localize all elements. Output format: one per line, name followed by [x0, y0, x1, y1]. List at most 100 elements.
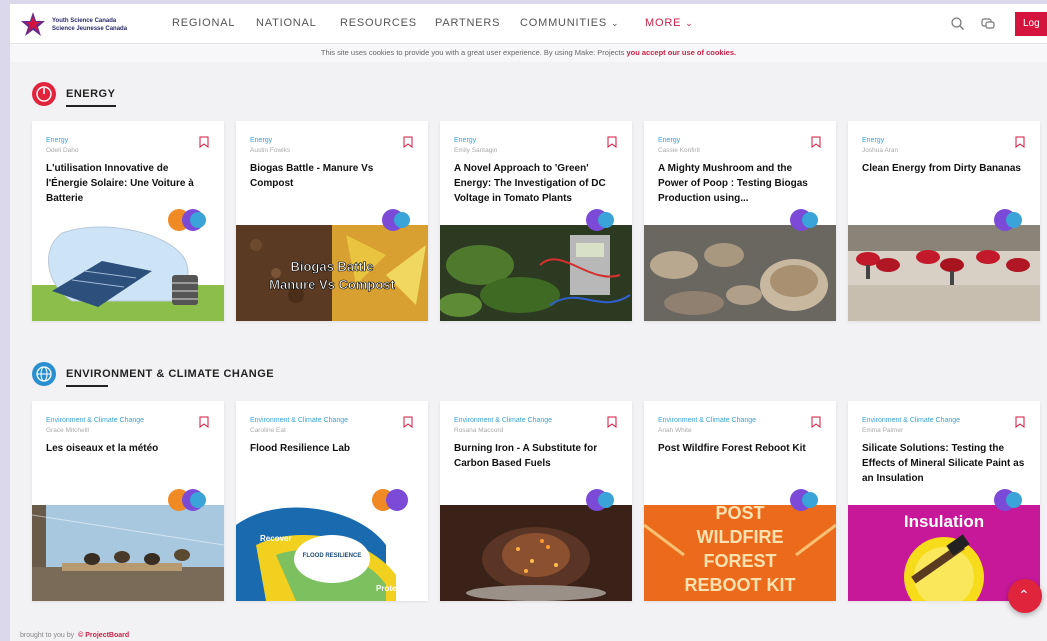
- project-card[interactable]: Energy Cassie Konfirit A Mighty Mushroom…: [644, 121, 836, 321]
- scroll-to-top-button[interactable]: ⌃: [1008, 579, 1042, 613]
- card-title[interactable]: Post Wildfire Forest Reboot Kit: [658, 441, 822, 456]
- nav-resources[interactable]: RESOURCES: [340, 17, 417, 29]
- thumb-caption: Recover: [260, 534, 292, 543]
- card-category[interactable]: Energy: [454, 137, 476, 144]
- card-thumbnail: [644, 225, 836, 321]
- nav-national[interactable]: NATIONAL: [256, 17, 317, 29]
- nav-communities[interactable]: COMMUNITIES ⌄: [520, 17, 619, 29]
- card-title[interactable]: Silicate Solutions: Testing the Effects …: [862, 441, 1026, 486]
- card-author: Joshua Aran: [862, 147, 899, 154]
- bookmark-icon[interactable]: [1015, 136, 1025, 148]
- card-author: Anah White: [658, 427, 692, 434]
- bookmark-icon[interactable]: [811, 416, 821, 428]
- bookmark-icon[interactable]: [811, 136, 821, 148]
- login-button[interactable]: Log: [1015, 12, 1047, 36]
- nav-more[interactable]: MORE ⌄: [645, 17, 694, 29]
- card-title[interactable]: A Novel Approach to 'Green' Energy: The …: [454, 161, 618, 206]
- card-author: Emily Santagin: [454, 147, 498, 154]
- top-navigation: Youth Science Canada Science Jeunesse Ca…: [10, 4, 1047, 44]
- thumb-caption: Protect: [376, 584, 404, 593]
- card-thumbnail: [440, 505, 632, 601]
- bookmark-icon[interactable]: [607, 136, 617, 148]
- energy-icon: [32, 82, 56, 106]
- card-category[interactable]: Energy: [862, 137, 884, 144]
- award-badge-icon: [190, 212, 206, 228]
- bookmark-icon[interactable]: [403, 416, 413, 428]
- card-category[interactable]: Energy: [250, 137, 272, 144]
- card-title[interactable]: Biogas Battle - Manure Vs Compost: [250, 161, 414, 191]
- card-thumbnail: POST WILDFIRE FOREST REBOOT KIT: [644, 505, 836, 601]
- card-author: Grace Mitchelll: [46, 427, 89, 434]
- award-badge-icon: [802, 492, 818, 508]
- logo-line-2: Science Jeunesse Canada: [52, 26, 128, 32]
- bookmark-icon[interactable]: [199, 416, 209, 428]
- card-title[interactable]: Clean Energy from Dirty Bananas: [862, 161, 1026, 176]
- award-badge-icon: [386, 489, 408, 511]
- cookie-link[interactable]: you accept our use of cookies.: [626, 48, 736, 57]
- card-title[interactable]: A Mighty Mushroom and the Power of Poop …: [658, 161, 822, 206]
- section-title: ENVIRONMENT & CLIMATE CHANGE: [66, 368, 275, 380]
- nav-regional[interactable]: REGIONAL: [172, 17, 235, 29]
- nav-communities-label: COMMUNITIES: [520, 17, 608, 29]
- footer-brand-link[interactable]: © ProjectBoard: [78, 632, 129, 639]
- section-underline: [66, 105, 116, 107]
- thumb-caption: REBOOT KIT: [685, 575, 796, 595]
- project-card[interactable]: Energy Austin Fowlks Biogas Battle - Man…: [236, 121, 428, 321]
- footer-text: brought to you by: [20, 632, 75, 639]
- card-author: Odeli Daho: [46, 147, 79, 154]
- cookie-text: This site uses cookies to provide you wi…: [320, 48, 625, 57]
- card-title[interactable]: L'utilisation Innovative de l'Énergie So…: [46, 161, 210, 206]
- card-category[interactable]: Energy: [658, 137, 680, 144]
- card-title[interactable]: Burning Iron - A Substitute for Carbon B…: [454, 441, 618, 471]
- chevron-up-icon: ⌃: [1018, 587, 1030, 603]
- nav-partners[interactable]: PARTNERS: [435, 17, 500, 29]
- project-card[interactable]: Environment & Climate Change Rosana Macc…: [440, 401, 632, 601]
- star-logo-icon: [21, 12, 45, 36]
- award-badge-icon: [598, 492, 614, 508]
- card-category[interactable]: Environment & Climate Change: [46, 417, 144, 424]
- chevron-down-icon: ⌄: [685, 18, 694, 28]
- card-author: Austin Fowlks: [250, 147, 291, 154]
- chevron-down-icon: ⌄: [611, 18, 620, 28]
- card-category[interactable]: Energy: [46, 137, 68, 144]
- card-thumbnail: Biogas Battle Manure Vs Compost: [236, 225, 428, 321]
- bookmark-icon[interactable]: [1015, 416, 1025, 428]
- thumb-caption: Manure Vs Compost: [269, 277, 395, 292]
- card-thumbnail: [848, 225, 1040, 321]
- card-thumbnail: FLOOD RESILIENCE Recover Protect: [236, 505, 428, 601]
- site-logo[interactable]: Youth Science Canada Science Jeunesse Ca…: [18, 10, 128, 40]
- project-card[interactable]: Environment & Climate Change Grace Mitch…: [32, 401, 224, 601]
- card-author: Rosana Maccord: [454, 427, 504, 434]
- thumb-caption: Biogas Battle: [290, 259, 373, 274]
- bookmark-icon[interactable]: [607, 416, 617, 428]
- award-badge-icon: [1006, 492, 1022, 508]
- card-title[interactable]: Les oiseaux et la météo: [46, 441, 210, 456]
- card-title[interactable]: Flood Resilience Lab: [250, 441, 414, 456]
- project-card[interactable]: Environment & Climate Change Anah White …: [644, 401, 836, 601]
- card-category[interactable]: Environment & Climate Change: [454, 417, 552, 424]
- award-badge-icon: [802, 212, 818, 228]
- card-category[interactable]: Environment & Climate Change: [658, 417, 756, 424]
- bookmark-icon[interactable]: [403, 136, 413, 148]
- page: Youth Science Canada Science Jeunesse Ca…: [10, 4, 1047, 641]
- chat-icon[interactable]: [978, 14, 998, 34]
- project-card[interactable]: Energy Joshua Aran Clean Energy from Dir…: [848, 121, 1040, 321]
- card-thumbnail: [32, 225, 224, 321]
- section-underline: [66, 385, 108, 387]
- bookmark-icon[interactable]: [199, 136, 209, 148]
- card-author: Cassie Konfirit: [658, 147, 700, 154]
- project-card[interactable]: Energy Emily Santagin A Novel Approach t…: [440, 121, 632, 321]
- project-card[interactable]: Environment & Climate Change Caroline Ea…: [236, 401, 428, 601]
- card-category[interactable]: Environment & Climate Change: [250, 417, 348, 424]
- thumb-caption: FLOOD RESILIENCE: [303, 553, 362, 559]
- card-author: Emma Palmer: [862, 427, 904, 434]
- section-title: ENERGY: [66, 88, 116, 100]
- search-icon[interactable]: [948, 14, 968, 34]
- nav-more-label: MORE: [645, 17, 682, 29]
- card-author: Caroline Eat: [250, 427, 286, 434]
- project-card[interactable]: Environment & Climate Change Emma Palmer…: [848, 401, 1040, 601]
- cookie-banner: This site uses cookies to provide you wi…: [10, 44, 1047, 62]
- award-badge-icon: [394, 212, 410, 228]
- card-category[interactable]: Environment & Climate Change: [862, 417, 960, 424]
- project-card[interactable]: Energy Odeli Daho L'utilisation Innovati…: [32, 121, 224, 321]
